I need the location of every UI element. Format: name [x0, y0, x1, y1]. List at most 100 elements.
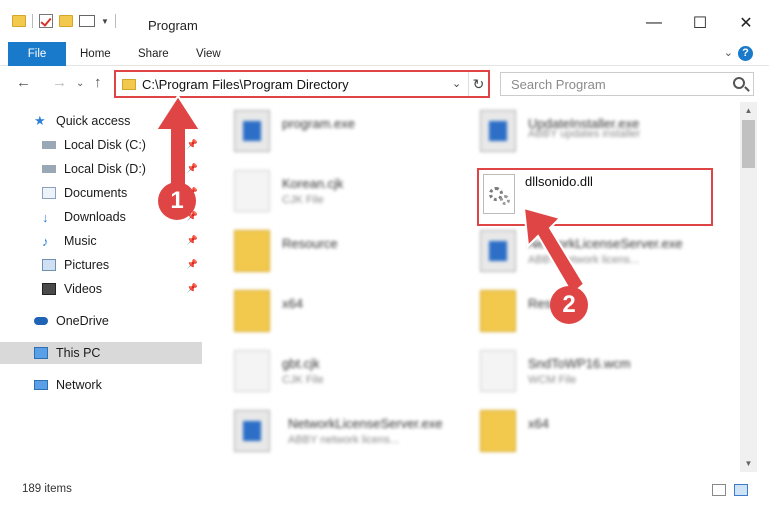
- title-bar: ▼ Program — ☐ ✕: [0, 0, 769, 42]
- file-type: WCM File: [528, 374, 577, 386]
- list-item[interactable]: UpdateInstaller.exe ABBY updates install…: [480, 106, 730, 162]
- file-type: CJK File: [282, 194, 324, 206]
- document-file-icon: [480, 350, 516, 392]
- search-input[interactable]: Search Program: [500, 72, 754, 96]
- file-name: x64: [528, 416, 549, 431]
- exe-file-icon: [480, 110, 516, 152]
- ribbon-tabs: File Home Share View ⌄ ?: [0, 42, 769, 66]
- tab-view[interactable]: View: [184, 42, 233, 66]
- file-list: program.exe Korean.cjk CJK File Resource…: [206, 102, 740, 472]
- file-type: ABBY updates installer: [528, 128, 641, 140]
- qat-dropdown-icon[interactable]: ▼: [101, 17, 109, 26]
- list-item[interactable]: x64: [234, 286, 484, 342]
- file-name: Resource: [282, 236, 338, 251]
- address-dropdown-icon[interactable]: ⌄: [452, 77, 461, 90]
- star-icon: ★: [34, 113, 46, 128]
- documents-icon: [42, 187, 56, 199]
- sidebar-item-label: Network: [56, 378, 102, 392]
- sidebar-item-this-pc[interactable]: This PC: [0, 342, 202, 364]
- folder-icon: [480, 290, 516, 332]
- file-name: NetworkLicenseServer.exe: [288, 416, 443, 431]
- list-item[interactable]: x64: [480, 406, 730, 462]
- scrollbar-thumb[interactable]: [742, 120, 755, 168]
- vertical-scrollbar[interactable]: ▲ ▼: [740, 102, 757, 472]
- back-button[interactable]: ←: [16, 74, 31, 91]
- search-icon: [733, 77, 745, 89]
- large-icons-view-icon[interactable]: [734, 484, 748, 496]
- quick-access-toolbar: ▼: [12, 14, 116, 28]
- download-icon: ↓: [42, 209, 49, 225]
- list-item[interactable]: program.exe: [234, 106, 484, 162]
- folder-icon: [12, 15, 26, 27]
- folder-icon: [234, 290, 270, 332]
- window-controls: — ☐ ✕: [631, 8, 769, 38]
- pin-icon[interactable]: 📌: [187, 283, 198, 294]
- address-bar[interactable]: C:\Program Files\Program Directory ⌄ ↻: [114, 70, 490, 98]
- sidebar-item-label: Videos: [64, 282, 102, 296]
- videos-icon: [42, 283, 56, 295]
- list-item[interactable]: Korean.cjk CJK File: [234, 166, 484, 222]
- recent-locations-icon[interactable]: ⌄: [76, 78, 84, 89]
- navigation-bar: ← → ⌄ ↑ C:\Program Files\Program Directo…: [0, 66, 769, 102]
- exe-file-icon: [234, 410, 270, 452]
- refresh-button[interactable]: ↻: [468, 72, 488, 96]
- scroll-down-icon[interactable]: ▼: [740, 455, 757, 472]
- exe-file-icon: [234, 110, 270, 152]
- exe-file-icon: [480, 230, 516, 272]
- annotation-arrow-2: [522, 206, 586, 296]
- sidebar-item-label: Local Disk (C:): [64, 138, 146, 152]
- new-folder-icon[interactable]: [59, 15, 73, 27]
- sidebar-item-label: This PC: [56, 346, 101, 360]
- tab-share[interactable]: Share: [126, 42, 181, 66]
- pin-icon[interactable]: 📌: [187, 235, 198, 246]
- list-item[interactable]: Resource: [234, 226, 484, 282]
- document-file-icon: [234, 170, 270, 212]
- tab-file[interactable]: File: [8, 42, 66, 66]
- file-name: program.exe: [282, 116, 355, 131]
- maximize-button[interactable]: ☐: [677, 8, 723, 38]
- file-type: ABBY network licens...: [288, 434, 400, 446]
- folder-icon: [480, 410, 516, 452]
- sidebar-item-label: Pictures: [64, 258, 110, 272]
- file-name: SndToWP16.wcm: [528, 356, 631, 371]
- scroll-up-icon[interactable]: ▲: [740, 102, 757, 119]
- sidebar-item-onedrive[interactable]: OneDrive: [0, 310, 202, 332]
- forward-button[interactable]: →: [52, 74, 67, 91]
- folder-icon: [234, 230, 270, 272]
- file-name: Korean.cjk: [282, 176, 344, 191]
- details-view-icon[interactable]: [712, 484, 726, 496]
- blurred-file-grid: program.exe Korean.cjk CJK File Resource…: [206, 102, 740, 472]
- up-button[interactable]: ↑: [94, 74, 102, 91]
- sidebar-item-label: Downloads: [64, 210, 126, 224]
- annotation-arrow-1: [154, 96, 202, 193]
- sidebar-item-label: Music: [64, 234, 97, 248]
- list-item[interactable]: gbt.cjk CJK File: [234, 346, 484, 402]
- pictures-icon: [42, 259, 56, 271]
- sidebar-item-label: Quick access: [56, 114, 131, 128]
- list-item[interactable]: NetworkLicenseServer.exe ABBY network li…: [234, 406, 484, 462]
- address-path[interactable]: C:\Program Files\Program Directory: [142, 77, 349, 92]
- sidebar-item-pictures[interactable]: Pictures 📌: [0, 254, 202, 276]
- expand-ribbon-icon[interactable]: ⌄: [724, 46, 733, 59]
- help-icon[interactable]: ?: [738, 46, 753, 61]
- window-title: Program: [148, 18, 198, 33]
- sidebar-item-network[interactable]: Network: [0, 374, 202, 396]
- customize-icon[interactable]: [79, 15, 95, 27]
- tab-home[interactable]: Home: [68, 42, 123, 66]
- close-button[interactable]: ✕: [723, 8, 769, 38]
- sidebar-item-label: Local Disk (D:): [64, 162, 146, 176]
- sidebar-item-videos[interactable]: Videos 📌: [0, 278, 202, 300]
- file-type: CJK File: [282, 374, 324, 386]
- list-item[interactable]: SndToWP16.wcm WCM File: [480, 346, 730, 402]
- properties-check-icon[interactable]: [39, 14, 53, 28]
- sidebar-item-music[interactable]: ♪ Music 📌: [0, 230, 202, 252]
- divider: [32, 14, 33, 28]
- computer-icon: [34, 347, 48, 359]
- highlighted-file-item[interactable]: dllsonido.dll: [477, 168, 713, 226]
- step-2-badge: 2: [550, 286, 588, 324]
- file-name: x64: [282, 296, 303, 311]
- pin-icon[interactable]: 📌: [187, 259, 198, 270]
- drive-icon: [42, 165, 56, 173]
- minimize-button[interactable]: —: [631, 8, 677, 38]
- status-bar: 189 items: [0, 478, 769, 502]
